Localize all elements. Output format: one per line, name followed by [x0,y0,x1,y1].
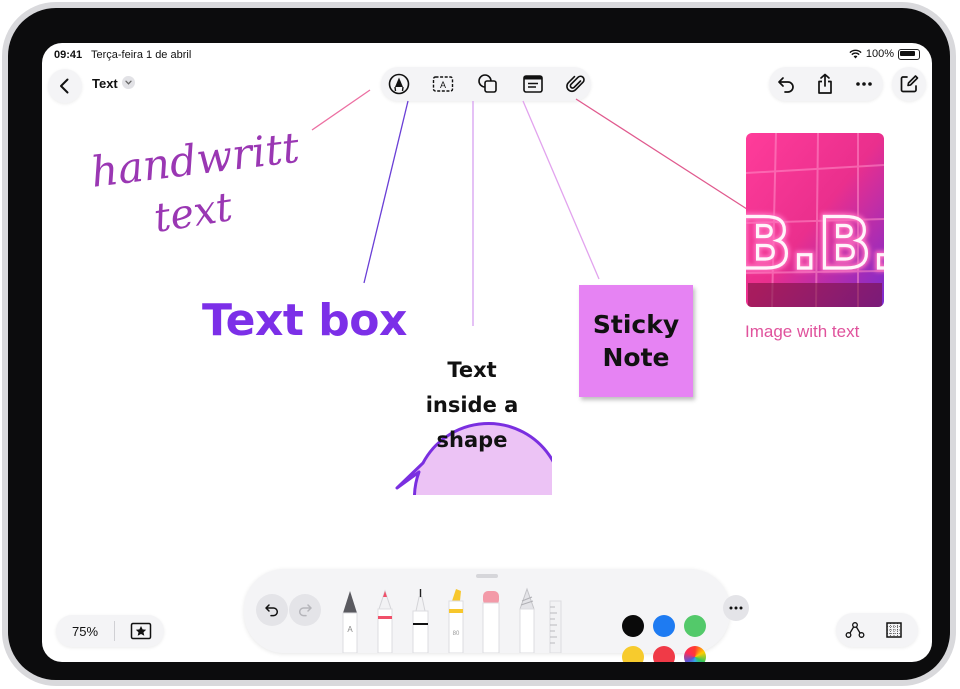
zoom-divider [114,621,115,641]
handwritten-text[interactable]: handwritten text [90,123,300,233]
shape-text: Text inside a shape [402,353,542,458]
color-black[interactable] [622,615,644,637]
redo-icon [298,604,312,617]
marker-tool[interactable] [377,589,393,653]
drawing-tools-palette: A 80 [244,569,749,662]
sticky-note-line-1: Sticky [592,310,680,339]
connector-icon [845,622,865,638]
undo-icon [265,604,279,617]
star-box-icon [130,622,152,640]
ipad-bezel: 09:41 Terça-feira 1 de abril 100% Text A… [8,8,950,680]
shape-text-line-3: shape [436,428,508,452]
tools-redo-button[interactable] [289,594,321,626]
handwritten-line-2: text [151,184,237,233]
canvas-text-box[interactable]: Text box [202,295,407,346]
callout-line-sticky [522,100,600,280]
color-red[interactable] [653,646,675,662]
lasso-tool[interactable] [519,587,535,653]
zoom-control: 75% [56,615,164,647]
image-caption[interactable]: Image with text [745,322,859,342]
neon-photo-graphic: B.B. B.B. [746,133,884,307]
grid-icon [886,622,902,638]
color-green[interactable] [684,615,706,637]
tools-undo-button[interactable] [256,594,288,626]
callout-line-attachment [575,98,751,212]
ipad-frame: 09:41 Terça-feira 1 de abril 100% Text A… [2,2,956,686]
shape-text-line-2: inside a [425,393,519,417]
ruler-tool[interactable] [549,600,562,653]
palette-grabber[interactable] [476,574,498,578]
connector-button[interactable] [840,615,870,645]
handwritten-line-1: handwritten [90,123,300,197]
freeform-screen: 09:41 Terça-feira 1 de abril 100% Text A… [42,43,932,662]
highlighter-tool[interactable]: 80 [448,589,464,653]
neon-sign-image[interactable]: B.B. B.B. [746,133,884,307]
more-icon [729,606,743,610]
grid-button[interactable] [879,615,909,645]
zoom-level[interactable]: 75% [72,624,98,639]
color-yellow[interactable] [622,646,644,662]
shape-text-line-1: Text [447,358,497,382]
color-blue[interactable] [653,615,675,637]
callout-line-handwriting [311,89,371,131]
sticky-note-line-2: Note [602,343,670,372]
callout-line-text-box [363,100,409,284]
eraser-tool[interactable] [482,591,500,653]
favorites-button[interactable] [126,616,156,646]
svg-text:A: A [347,625,353,634]
color-picker-wheel[interactable] [684,646,706,662]
drawing-tools: A 80 [342,587,562,653]
svg-text:80: 80 [453,631,460,637]
neon-letters: B.B. [746,203,884,285]
bottom-right-toolbar [836,613,918,647]
sticky-note[interactable]: Sticky Note [579,285,693,397]
fineliner-tool[interactable] [412,589,429,653]
pen-tool[interactable]: A [342,591,358,653]
tools-more-button[interactable] [723,595,749,621]
